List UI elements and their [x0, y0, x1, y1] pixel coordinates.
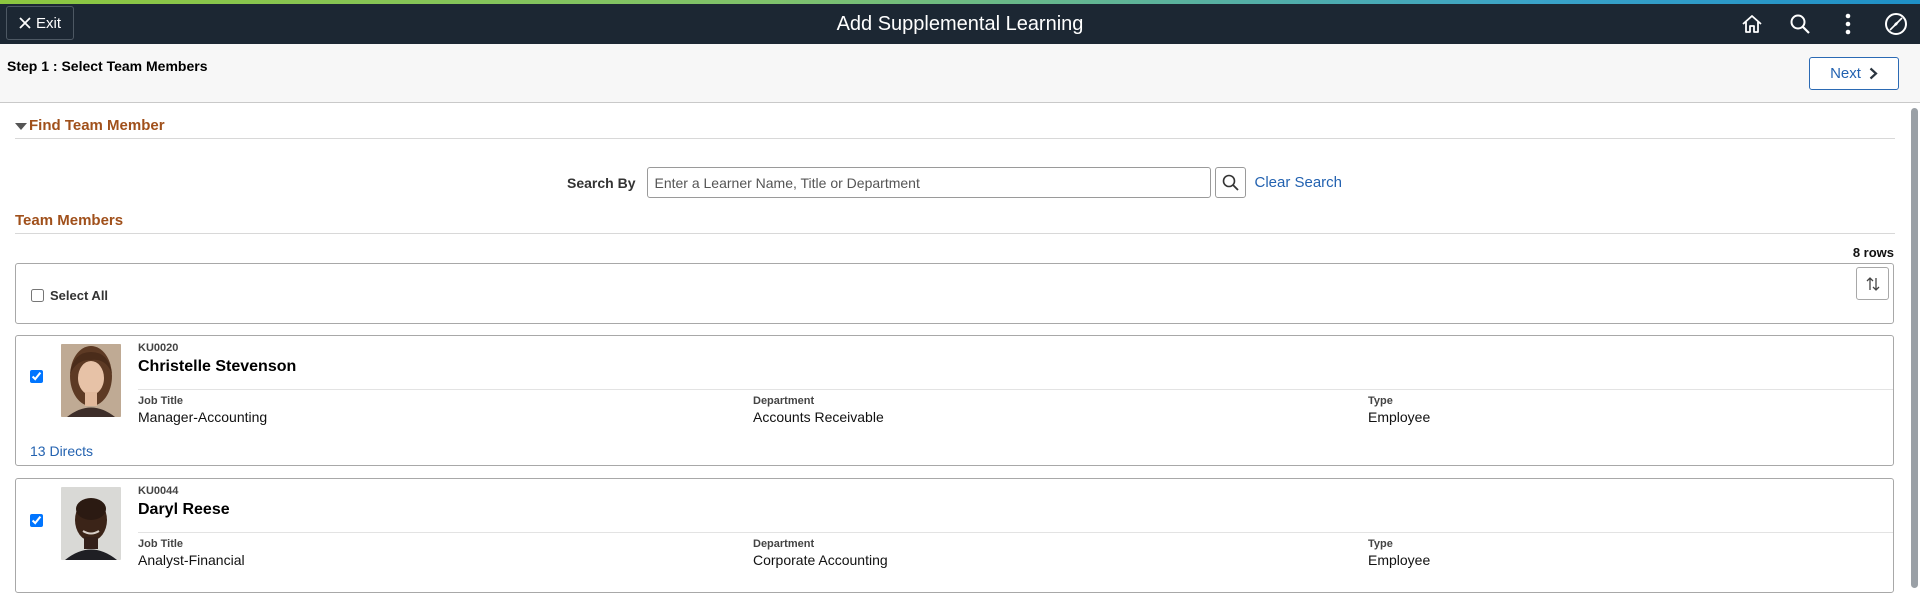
department-field: Department Corporate Accounting — [753, 538, 888, 568]
field-value: Employee — [1368, 552, 1431, 568]
field-label: Department — [753, 395, 815, 407]
job-title-field: Job Title Manager-Accounting — [138, 395, 267, 425]
next-button[interactable]: Next — [1809, 57, 1899, 90]
collapse-triangle-icon — [15, 122, 27, 130]
page-title: Add Supplemental Learning — [836, 13, 1084, 35]
search-input[interactable] — [647, 167, 1212, 198]
row-count: 8 rows — [1852, 245, 1894, 260]
employee-id: KU0044 — [138, 485, 179, 497]
app-banner: Exit Add Supplemental Learning — [0, 4, 1920, 44]
actions-menu-icon — [1845, 13, 1851, 35]
field-label: Type — [1368, 395, 1393, 407]
member-select-checkbox[interactable] — [30, 514, 43, 527]
employee-id: KU0020 — [138, 342, 179, 354]
clear-search-link[interactable]: Clear Search — [1254, 174, 1342, 191]
avatar — [61, 487, 121, 560]
navbar-button[interactable] — [1872, 4, 1920, 44]
search-button[interactable] — [1215, 167, 1247, 198]
team-member-card[interactable]: KU0044 Daryl Reese Job Title Analyst-Fin… — [15, 478, 1894, 593]
field-label: Job Title — [138, 395, 184, 407]
next-label: Next — [1830, 65, 1861, 82]
find-team-member-title: Find Team Member — [29, 117, 165, 134]
search-row: Search By Clear Search — [567, 167, 1342, 198]
type-field: Type Employee — [1368, 395, 1430, 425]
chevron-right-icon — [1869, 67, 1878, 80]
job-title-field: Job Title Analyst-Financial — [138, 538, 245, 568]
search-by-label: Search By — [567, 174, 636, 191]
navbar-icon — [1885, 13, 1907, 35]
sort-button[interactable] — [1856, 267, 1889, 300]
field-value: Corporate Accounting — [753, 552, 888, 568]
employee-name: Daryl Reese — [138, 501, 230, 518]
find-team-member-header[interactable]: Find Team Member — [15, 117, 1895, 139]
field-value: Manager-Accounting — [138, 409, 268, 425]
field-label: Department — [753, 538, 815, 550]
card-divider — [138, 389, 1893, 390]
employee-name: Christelle Stevenson — [138, 358, 297, 375]
field-value: Accounts Receivable — [753, 409, 884, 425]
search-icon — [1223, 174, 1240, 191]
vertical-scrollbar[interactable] — [1908, 104, 1920, 598]
field-label: Type — [1368, 538, 1393, 550]
type-field: Type Employee — [1368, 538, 1430, 568]
home-button[interactable] — [1728, 4, 1776, 44]
select-all-panel: Select All — [15, 263, 1894, 324]
card-divider — [138, 532, 1893, 533]
field-label: Job Title — [138, 538, 184, 550]
directs-link[interactable]: 13 Directs — [30, 443, 93, 459]
search-icon — [1790, 14, 1810, 34]
actions-menu-button[interactable] — [1824, 4, 1872, 44]
select-all-control[interactable]: Select All — [31, 288, 108, 303]
global-search-button[interactable] — [1776, 4, 1824, 44]
sort-icon — [1866, 276, 1879, 291]
home-icon — [1742, 15, 1762, 33]
field-value: Employee — [1368, 409, 1431, 425]
department-field: Department Accounts Receivable — [753, 395, 884, 425]
member-select-checkbox[interactable] — [30, 370, 43, 383]
scrollbar-thumb[interactable] — [1911, 108, 1918, 588]
avatar — [61, 344, 121, 417]
step-bar: Step 1 : Select Team Members Next — [0, 44, 1920, 103]
banner-actions — [1728, 4, 1920, 44]
field-value: Analyst-Financial — [138, 552, 245, 568]
step-title: Step 1 : Select Team Members — [7, 58, 208, 74]
team-member-card[interactable]: KU0020 Christelle Stevenson Job Title Ma… — [15, 335, 1894, 466]
select-all-label: Select All — [50, 288, 109, 303]
team-members-header: Team Members — [15, 212, 1895, 234]
select-all-checkbox[interactable] — [31, 289, 44, 302]
